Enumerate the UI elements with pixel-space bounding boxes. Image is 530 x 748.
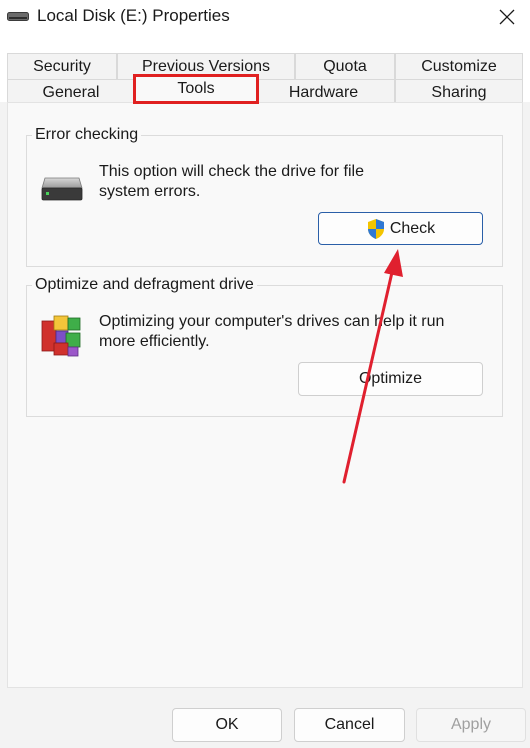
- optimize-button-label: Optimize: [358, 370, 423, 387]
- close-button[interactable]: [484, 0, 530, 34]
- check-button[interactable]: Check: [318, 212, 483, 245]
- tab-strip: Security Previous Versions Quota Customi…: [0, 36, 530, 104]
- properties-window: Local Disk (E:) Properties Security Prev…: [0, 0, 530, 748]
- tab-tools[interactable]: Tools: [133, 74, 259, 104]
- close-icon: [499, 9, 515, 25]
- check-button-label: Check: [389, 219, 436, 237]
- error-checking-desc-line1: This option will check the drive for fil…: [99, 163, 364, 180]
- tools-panel: Error checking This option will check th…: [7, 102, 523, 688]
- title-bar: Local Disk (E:) Properties: [0, 0, 530, 36]
- error-checking-group: [26, 135, 503, 267]
- defragment-icon: [41, 315, 81, 357]
- tab-general[interactable]: General: [7, 79, 135, 103]
- tab-quota[interactable]: Quota: [295, 53, 395, 79]
- optimize-group: [26, 285, 503, 417]
- optimize-button[interactable]: Optimize: [298, 362, 483, 396]
- cancel-button[interactable]: Cancel: [294, 708, 405, 742]
- drive-icon: [7, 12, 29, 21]
- apply-button[interactable]: Apply: [416, 708, 526, 742]
- cancel-button-label: Cancel: [324, 716, 375, 733]
- dialog-button-bar: OK Cancel Apply: [0, 688, 530, 748]
- window-title: Local Disk (E:) Properties: [37, 6, 230, 25]
- tab-customize[interactable]: Customize: [395, 53, 523, 79]
- ok-button[interactable]: OK: [172, 708, 282, 742]
- hard-drive-icon: [41, 177, 83, 201]
- optimize-desc-line2: more efficiently.: [99, 333, 210, 350]
- apply-button-label: Apply: [450, 716, 492, 733]
- tab-hardware[interactable]: Hardware: [252, 79, 395, 103]
- uac-shield-icon: [367, 218, 384, 239]
- error-checking-label: Error checking: [32, 125, 142, 145]
- tab-security[interactable]: Security: [7, 53, 117, 79]
- ok-button-label: OK: [215, 716, 239, 733]
- optimize-label: Optimize and defragment drive: [32, 275, 257, 295]
- optimize-desc-line1: Optimizing your computer's drives can he…: [99, 313, 445, 330]
- error-checking-desc-line2: system errors.: [99, 183, 201, 200]
- tab-sharing[interactable]: Sharing: [395, 79, 523, 103]
